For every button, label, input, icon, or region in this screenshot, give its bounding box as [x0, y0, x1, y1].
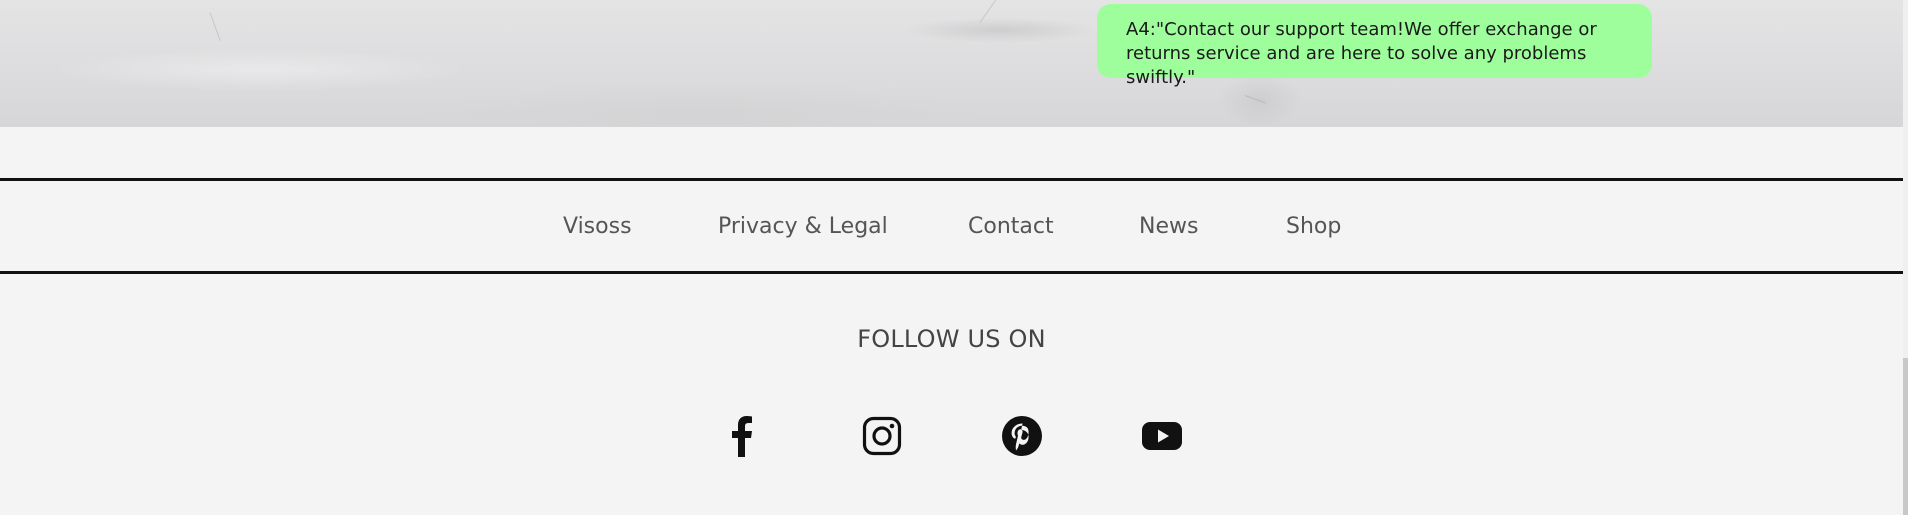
footer-link-news[interactable]: News [1139, 214, 1198, 239]
pinterest-icon[interactable] [1000, 414, 1044, 458]
chat-message-text: A4:"Contact our support team!We offer ex… [1126, 19, 1597, 88]
footer-link-privacy-legal[interactable]: Privacy & Legal [718, 214, 888, 239]
marble-vein [1244, 95, 1266, 104]
page: A4:"Contact our support team!We offer ex… [0, 0, 1908, 515]
hero-banner: A4:"Contact our support team!We offer ex… [0, 0, 1903, 127]
youtube-icon[interactable] [1140, 414, 1184, 458]
follow-us-title: FOLLOW US ON [857, 325, 1046, 353]
marble-vein [209, 12, 221, 41]
footer-link-shop[interactable]: Shop [1286, 214, 1341, 239]
chat-bubble: A4:"Contact our support team!We offer ex… [1097, 4, 1652, 88]
facebook-icon[interactable] [720, 414, 764, 458]
footer-link-contact[interactable]: Contact [968, 214, 1054, 239]
scrollbar-thumb[interactable] [1903, 358, 1908, 515]
footer-link-visoss[interactable]: Visoss [563, 214, 632, 239]
instagram-icon[interactable] [860, 414, 904, 458]
footer-nav: Visoss Privacy & Legal Contact News Shop [0, 178, 1903, 274]
marble-vein [979, 0, 1015, 23]
